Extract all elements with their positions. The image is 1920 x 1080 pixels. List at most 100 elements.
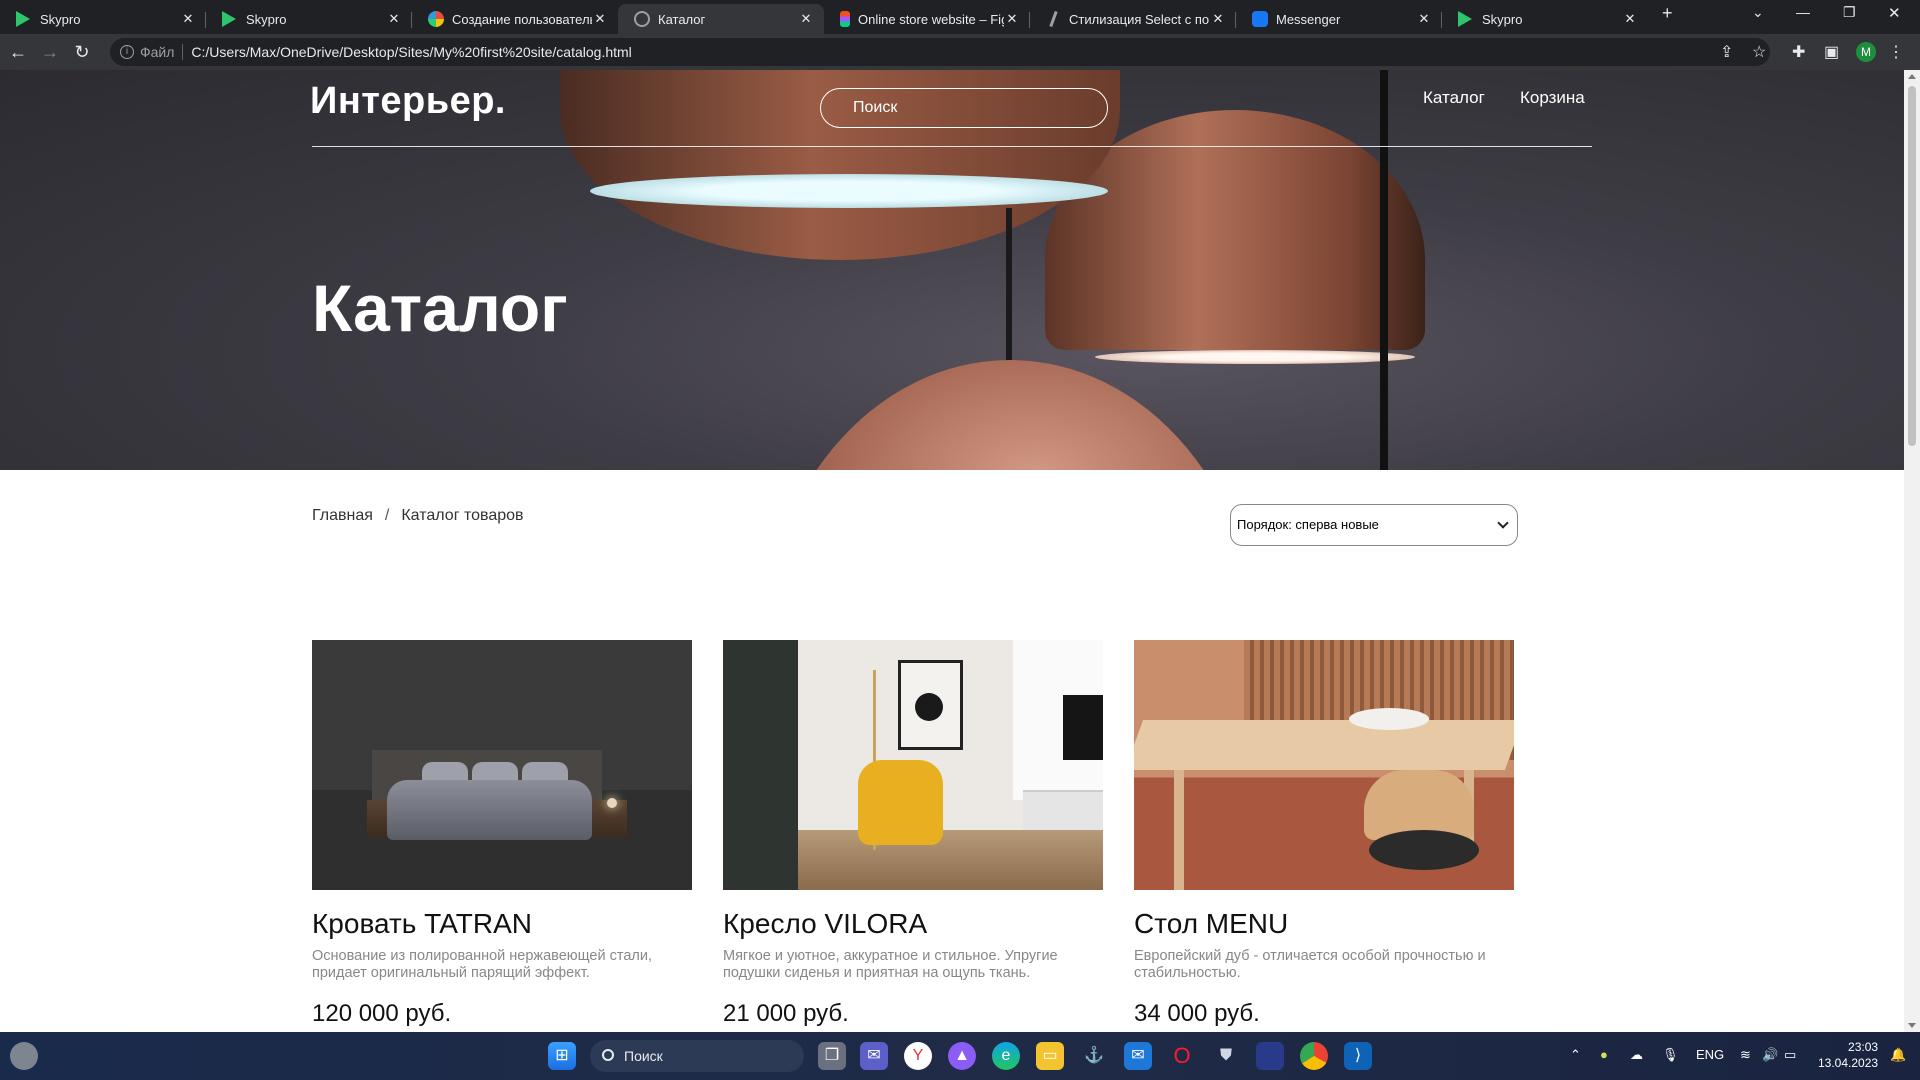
address-bar[interactable]: i Файл C:/Users/Max/OneDrive/Desktop/Sit… bbox=[110, 38, 1770, 66]
product-name[interactable]: Кровать TATRAN bbox=[312, 908, 692, 940]
reload-icon[interactable]: ↻ bbox=[68, 42, 96, 63]
close-icon[interactable]: ✕ bbox=[180, 11, 196, 27]
product-name[interactable]: Стол MENU bbox=[1134, 908, 1514, 940]
site-info-icon[interactable]: i bbox=[120, 45, 134, 59]
page-scrollbar[interactable] bbox=[1904, 70, 1920, 1032]
product-card[interactable]: Кровать TATRAN Основание из полированной… bbox=[312, 640, 692, 1028]
site-logo[interactable]: Интерьер. bbox=[310, 80, 506, 123]
tray-overflow-chevron-icon[interactable]: ⌃ bbox=[1570, 1047, 1581, 1063]
task-view-icon[interactable]: ❐ bbox=[818, 1042, 846, 1070]
tab-messenger[interactable]: Messenger ✕ bbox=[1236, 4, 1442, 34]
new-tab-plus-icon[interactable]: + bbox=[1662, 3, 1673, 24]
product-card[interactable]: Кресло VILORA Мягкое и уютное, аккуратно… bbox=[723, 640, 1103, 1028]
volume-icon[interactable]: 🔊 bbox=[1762, 1047, 1778, 1063]
close-icon[interactable]: ✕ bbox=[1004, 11, 1020, 27]
tab-select-styling[interactable]: Стилизация Select с помо ✕ bbox=[1030, 4, 1236, 34]
notification-bell-icon[interactable]: 🔔 bbox=[1890, 1047, 1906, 1063]
skypro-icon bbox=[16, 11, 32, 27]
close-icon[interactable]: ✕ bbox=[1416, 11, 1432, 27]
product-name[interactable]: Кресло VILORA bbox=[723, 908, 1103, 940]
breadcrumb-home[interactable]: Главная bbox=[312, 507, 373, 524]
breadcrumb-current: Каталог товаров bbox=[401, 507, 524, 524]
nav-link-catalog[interactable]: Каталог bbox=[1423, 88, 1485, 108]
anchor-app-icon[interactable]: ⚓ bbox=[1080, 1042, 1108, 1070]
tab-title: Messenger bbox=[1276, 11, 1341, 27]
back-arrow-icon[interactable]: ← bbox=[4, 42, 32, 63]
share-icon[interactable]: ⇪ bbox=[1720, 42, 1733, 62]
nav-link-cart[interactable]: Корзина bbox=[1520, 88, 1585, 108]
chevron-down-icon bbox=[1497, 517, 1509, 529]
tab-title: Skypro bbox=[1482, 11, 1523, 27]
product-image-bed[interactable] bbox=[312, 640, 692, 890]
browser-tab-strip: Skypro✕ Skypro✕ Создание пользовательск✕… bbox=[0, 0, 1920, 34]
clock-date: 13.04.2023 bbox=[1818, 1056, 1879, 1070]
tab-figma[interactable]: Online store website – Fig ✕ bbox=[824, 4, 1030, 34]
tab-catalog[interactable]: Каталог ✕ bbox=[618, 4, 824, 34]
language-indicator[interactable]: ENG bbox=[1696, 1047, 1724, 1062]
profile-avatar[interactable]: M bbox=[1856, 42, 1876, 62]
file-explorer-icon[interactable]: ▭ bbox=[1036, 1042, 1064, 1070]
tab-create-user[interactable]: Создание пользовательск✕ bbox=[412, 4, 618, 34]
security-shield-icon[interactable]: ⛊ bbox=[1212, 1042, 1240, 1070]
extensions-puzzle-icon[interactable]: ✚ bbox=[1792, 42, 1805, 62]
product-image-armchair[interactable] bbox=[723, 640, 1103, 890]
product-card[interactable]: Стол MENU Европейский дуб - отличается о… bbox=[1134, 640, 1514, 1028]
microphone-icon[interactable]: 🎙 bbox=[1662, 1047, 1679, 1063]
tab-title: Online store website – Fig bbox=[858, 11, 1004, 27]
minimize-icon[interactable]: — bbox=[1796, 4, 1810, 20]
sort-select[interactable]: Порядок: сперва новые bbox=[1230, 504, 1518, 546]
product-price: 34 000 руб. bbox=[1134, 1000, 1260, 1027]
scroll-up-arrow-icon[interactable] bbox=[1908, 74, 1916, 79]
tab-title: Создание пользовательск bbox=[452, 11, 592, 27]
forward-arrow-icon[interactable]: → bbox=[36, 42, 64, 63]
figma-icon bbox=[840, 11, 850, 27]
chrome-icon[interactable] bbox=[1300, 1042, 1328, 1070]
sort-selected-value: Порядок: сперва новые bbox=[1237, 517, 1379, 532]
app-icon[interactable] bbox=[1256, 1042, 1284, 1070]
search-input[interactable]: Поиск bbox=[820, 88, 1108, 128]
tab-title: Каталог bbox=[658, 11, 706, 27]
wifi-icon[interactable]: ≋ bbox=[1740, 1047, 1751, 1063]
battery-icon[interactable]: ▭ bbox=[1784, 1047, 1796, 1063]
close-icon[interactable]: ✕ bbox=[592, 11, 608, 27]
taskbar-clock[interactable]: 23:03 13.04.2023 bbox=[1818, 1039, 1878, 1071]
windows-taskbar: ⊞ Поиск ❐ ✉ Y ▲ e ▭ ⚓ ✉ O ⛊ ⟩ ⌃ ● ☁ 🎙 EN… bbox=[0, 1032, 1920, 1080]
restore-icon[interactable]: ❐ bbox=[1843, 4, 1856, 21]
taskbar-search[interactable]: Поиск bbox=[590, 1040, 804, 1072]
tab-title: Skypro bbox=[40, 11, 81, 27]
search-icon bbox=[602, 1049, 614, 1061]
close-icon[interactable]: ✕ bbox=[1210, 11, 1226, 27]
tab-skypro-2[interactable]: Skypro ✕ bbox=[206, 4, 412, 34]
close-icon[interactable]: ✕ bbox=[1622, 11, 1638, 27]
opera-icon[interactable]: O bbox=[1168, 1042, 1196, 1070]
scheme-label: Файл bbox=[140, 44, 175, 60]
tab-skypro-3[interactable]: Skypro ✕ bbox=[1442, 4, 1648, 34]
vscode-icon[interactable]: ⟩ bbox=[1344, 1042, 1372, 1070]
product-image-table[interactable] bbox=[1134, 640, 1514, 890]
skypro-icon bbox=[222, 11, 238, 27]
windows-start-icon[interactable]: ⊞ bbox=[548, 1042, 576, 1070]
bookmark-star-icon[interactable]: ☆ bbox=[1752, 42, 1766, 62]
close-icon[interactable]: ✕ bbox=[798, 11, 814, 27]
tab-skypro-1[interactable]: Skypro ✕ bbox=[0, 4, 206, 34]
menu-dots-icon[interactable]: ⋮ bbox=[1888, 42, 1904, 62]
close-icon[interactable]: ✕ bbox=[386, 11, 402, 27]
yandex-browser-icon[interactable]: Y bbox=[904, 1042, 932, 1070]
weather-widget-icon[interactable] bbox=[10, 1042, 38, 1070]
alice-icon[interactable]: ▲ bbox=[948, 1042, 976, 1070]
teams-chat-icon[interactable]: ✉ bbox=[860, 1042, 888, 1070]
scrollbar-thumb[interactable] bbox=[1908, 86, 1916, 446]
page-title: Каталог bbox=[312, 271, 568, 345]
onedrive-cloud-icon[interactable]: ☁ bbox=[1630, 1047, 1643, 1063]
product-price: 120 000 руб. bbox=[312, 1000, 452, 1027]
side-panel-icon[interactable]: ▣ bbox=[1824, 42, 1839, 62]
tray-app-icon[interactable]: ● bbox=[1600, 1047, 1608, 1062]
page-viewport: Интерьер. Поиск Каталог Корзина Каталог … bbox=[0, 70, 1904, 1032]
window-close-icon[interactable]: ✕ bbox=[1888, 4, 1901, 22]
edge-icon[interactable]: e bbox=[992, 1042, 1020, 1070]
tab-search-chevron-icon[interactable]: ⌄ bbox=[1752, 4, 1764, 21]
header-divider bbox=[312, 146, 1592, 147]
scroll-down-arrow-icon[interactable] bbox=[1908, 1023, 1916, 1028]
url-text[interactable]: C:/Users/Max/OneDrive/Desktop/Sites/My%2… bbox=[191, 44, 631, 60]
mail-icon[interactable]: ✉ bbox=[1124, 1042, 1152, 1070]
